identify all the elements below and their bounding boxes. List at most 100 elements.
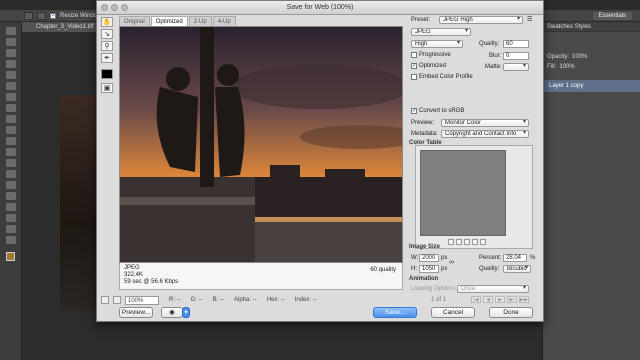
lasso-tool-icon[interactable] — [6, 49, 16, 57]
zoom-in-icon[interactable] — [113, 296, 121, 304]
type-tool-icon[interactable] — [6, 192, 16, 200]
quality-input[interactable]: 60 — [503, 40, 529, 48]
previous-frame-icon[interactable]: ◀ — [483, 296, 493, 303]
frame-counter: 1 of 1 — [431, 297, 447, 303]
blur-input[interactable]: 0 — [503, 52, 529, 60]
chevron-down-icon[interactable]: ▾ — [182, 307, 190, 318]
stamp-tool-icon[interactable] — [6, 115, 16, 123]
play-icon[interactable]: ▶ — [495, 296, 505, 303]
tab-optimized[interactable]: Optimized — [150, 16, 188, 26]
link-icon[interactable]: ∞ — [449, 259, 454, 266]
zoom-tool-icon[interactable] — [6, 236, 16, 244]
percent-input[interactable]: 28,04 — [503, 254, 527, 262]
optimized-preview-image[interactable] — [119, 26, 403, 263]
preset-select[interactable]: JPEG High — [439, 16, 523, 24]
progressive-option: Progressive — [411, 52, 451, 58]
resample-quality-select[interactable]: Bicubic — [503, 265, 531, 273]
eraser-tool-icon[interactable] — [6, 137, 16, 145]
panel-tabs[interactable]: Swatches Styles — [543, 22, 640, 32]
toggle-slices-icon[interactable]: ▣ — [101, 83, 113, 93]
zoom-window-icon[interactable] — [121, 4, 128, 11]
browser-preview-icon[interactable]: ◉ — [161, 307, 183, 318]
height-input[interactable]: 1050 — [419, 265, 439, 273]
add-color-icon[interactable] — [472, 239, 478, 245]
opacity-label: Opacity: — [547, 54, 570, 60]
healing-tool-icon[interactable] — [6, 93, 16, 101]
foreground-color-swatch[interactable] — [6, 252, 15, 261]
tab-2up[interactable]: 2-Up — [188, 16, 212, 26]
lock-color-icon[interactable] — [456, 239, 462, 245]
hand-tool-icon[interactable]: ✋ — [101, 17, 113, 27]
tab-original[interactable]: Original — [119, 16, 150, 26]
eyedropper-tool-icon[interactable] — [6, 82, 16, 90]
zoom-level-select[interactable]: 100% — [125, 295, 159, 305]
shape-tool-icon[interactable] — [6, 214, 16, 222]
tab-styles[interactable]: Styles — [575, 24, 591, 30]
progressive-label: Progressive — [419, 52, 451, 58]
download-time-text: 59 sec @ 56.6 Kbps — [124, 279, 179, 285]
width-input[interactable]: 2000 — [419, 254, 439, 262]
done-button[interactable]: Done — [489, 307, 533, 318]
dodge-tool-icon[interactable] — [6, 170, 16, 178]
marquee-tool-icon[interactable] — [6, 38, 16, 46]
matte-select[interactable] — [503, 63, 529, 71]
optimized-label: Optimized — [419, 63, 447, 69]
close-window-icon[interactable] — [101, 4, 108, 11]
convert-srgb-checkbox[interactable] — [411, 108, 417, 114]
brush-tool-icon[interactable] — [6, 104, 16, 112]
slice-select-tool-icon[interactable]: ↘ — [101, 29, 113, 39]
progressive-checkbox[interactable] — [411, 52, 417, 58]
percent-unit: % — [530, 255, 536, 261]
gradient-tool-icon[interactable] — [6, 148, 16, 156]
delete-color-icon[interactable] — [480, 239, 486, 245]
next-frame-icon[interactable]: ▶| — [507, 296, 517, 303]
optimization-settings: Preset: JPEG High ☰ JPEG High Quality: 6… — [409, 16, 539, 304]
tab-4up[interactable]: 4-Up — [212, 16, 236, 26]
optimized-checkbox[interactable] — [411, 63, 417, 69]
dialog-buttons: Preview... ◉ ▾ Save... Cancel Done — [101, 307, 541, 319]
eyedropper-tool-icon[interactable]: ✒ — [101, 53, 113, 63]
layer-item[interactable]: Layer 1 copy — [543, 80, 640, 92]
cancel-button[interactable]: Cancel — [431, 307, 475, 318]
move-tool-icon[interactable] — [6, 27, 16, 35]
convert-srgb-label: Convert to sRGB — [419, 108, 465, 114]
save-for-web-dialog: Save for Web (100%) ✋ ↘ ⚲ ✒ ▣ Original O… — [96, 0, 544, 322]
history-brush-icon[interactable] — [6, 126, 16, 134]
web-shift-icon[interactable] — [464, 239, 470, 245]
alpha-readout: Alpha: -- — [234, 297, 257, 303]
zoom-in-icon[interactable] — [24, 11, 33, 20]
path-select-tool-icon[interactable] — [6, 203, 16, 211]
file-format-select[interactable]: JPEG — [411, 28, 471, 36]
preview-button[interactable]: Preview... — [119, 307, 153, 318]
hand-tool-icon[interactable] — [6, 225, 16, 233]
zoom-out-icon[interactable] — [101, 296, 109, 304]
pen-tool-icon[interactable] — [6, 181, 16, 189]
workspace-switcher[interactable]: Essentials — [592, 12, 632, 20]
building — [270, 165, 300, 179]
minimize-window-icon[interactable] — [111, 4, 118, 11]
first-frame-icon[interactable]: |◀ — [471, 296, 481, 303]
preview-color-select[interactable]: Monitor Color — [441, 119, 529, 127]
fill-value[interactable]: 100% — [559, 64, 574, 70]
metadata-select[interactable]: Copyright and Contact Info — [441, 130, 529, 138]
looping-select[interactable]: Once — [457, 285, 529, 293]
compression-select[interactable]: High — [411, 40, 463, 48]
last-frame-icon[interactable]: ▶▶ — [519, 296, 529, 303]
color-table-toolbar — [448, 239, 486, 245]
crop-tool-icon[interactable] — [6, 71, 16, 79]
embed-profile-checkbox[interactable] — [411, 74, 417, 80]
map-color-icon[interactable] — [448, 239, 454, 245]
resize-windows-checkbox[interactable] — [50, 12, 56, 19]
blur-tool-icon[interactable] — [6, 159, 16, 167]
zoom-out-icon[interactable] — [37, 11, 46, 20]
optimize-menu-icon[interactable]: ☰ — [527, 16, 532, 23]
fill-row: Fill: 100% — [543, 62, 640, 72]
eyedropper-color-swatch[interactable] — [101, 69, 113, 79]
color-table-swatch — [420, 150, 506, 236]
save-button[interactable]: Save... — [373, 307, 417, 318]
opacity-value[interactable]: 100% — [572, 54, 587, 60]
tab-swatches[interactable]: Swatches — [547, 24, 573, 30]
color-table — [415, 145, 533, 249]
quick-select-tool-icon[interactable] — [6, 60, 16, 68]
zoom-tool-icon[interactable]: ⚲ — [101, 41, 113, 51]
